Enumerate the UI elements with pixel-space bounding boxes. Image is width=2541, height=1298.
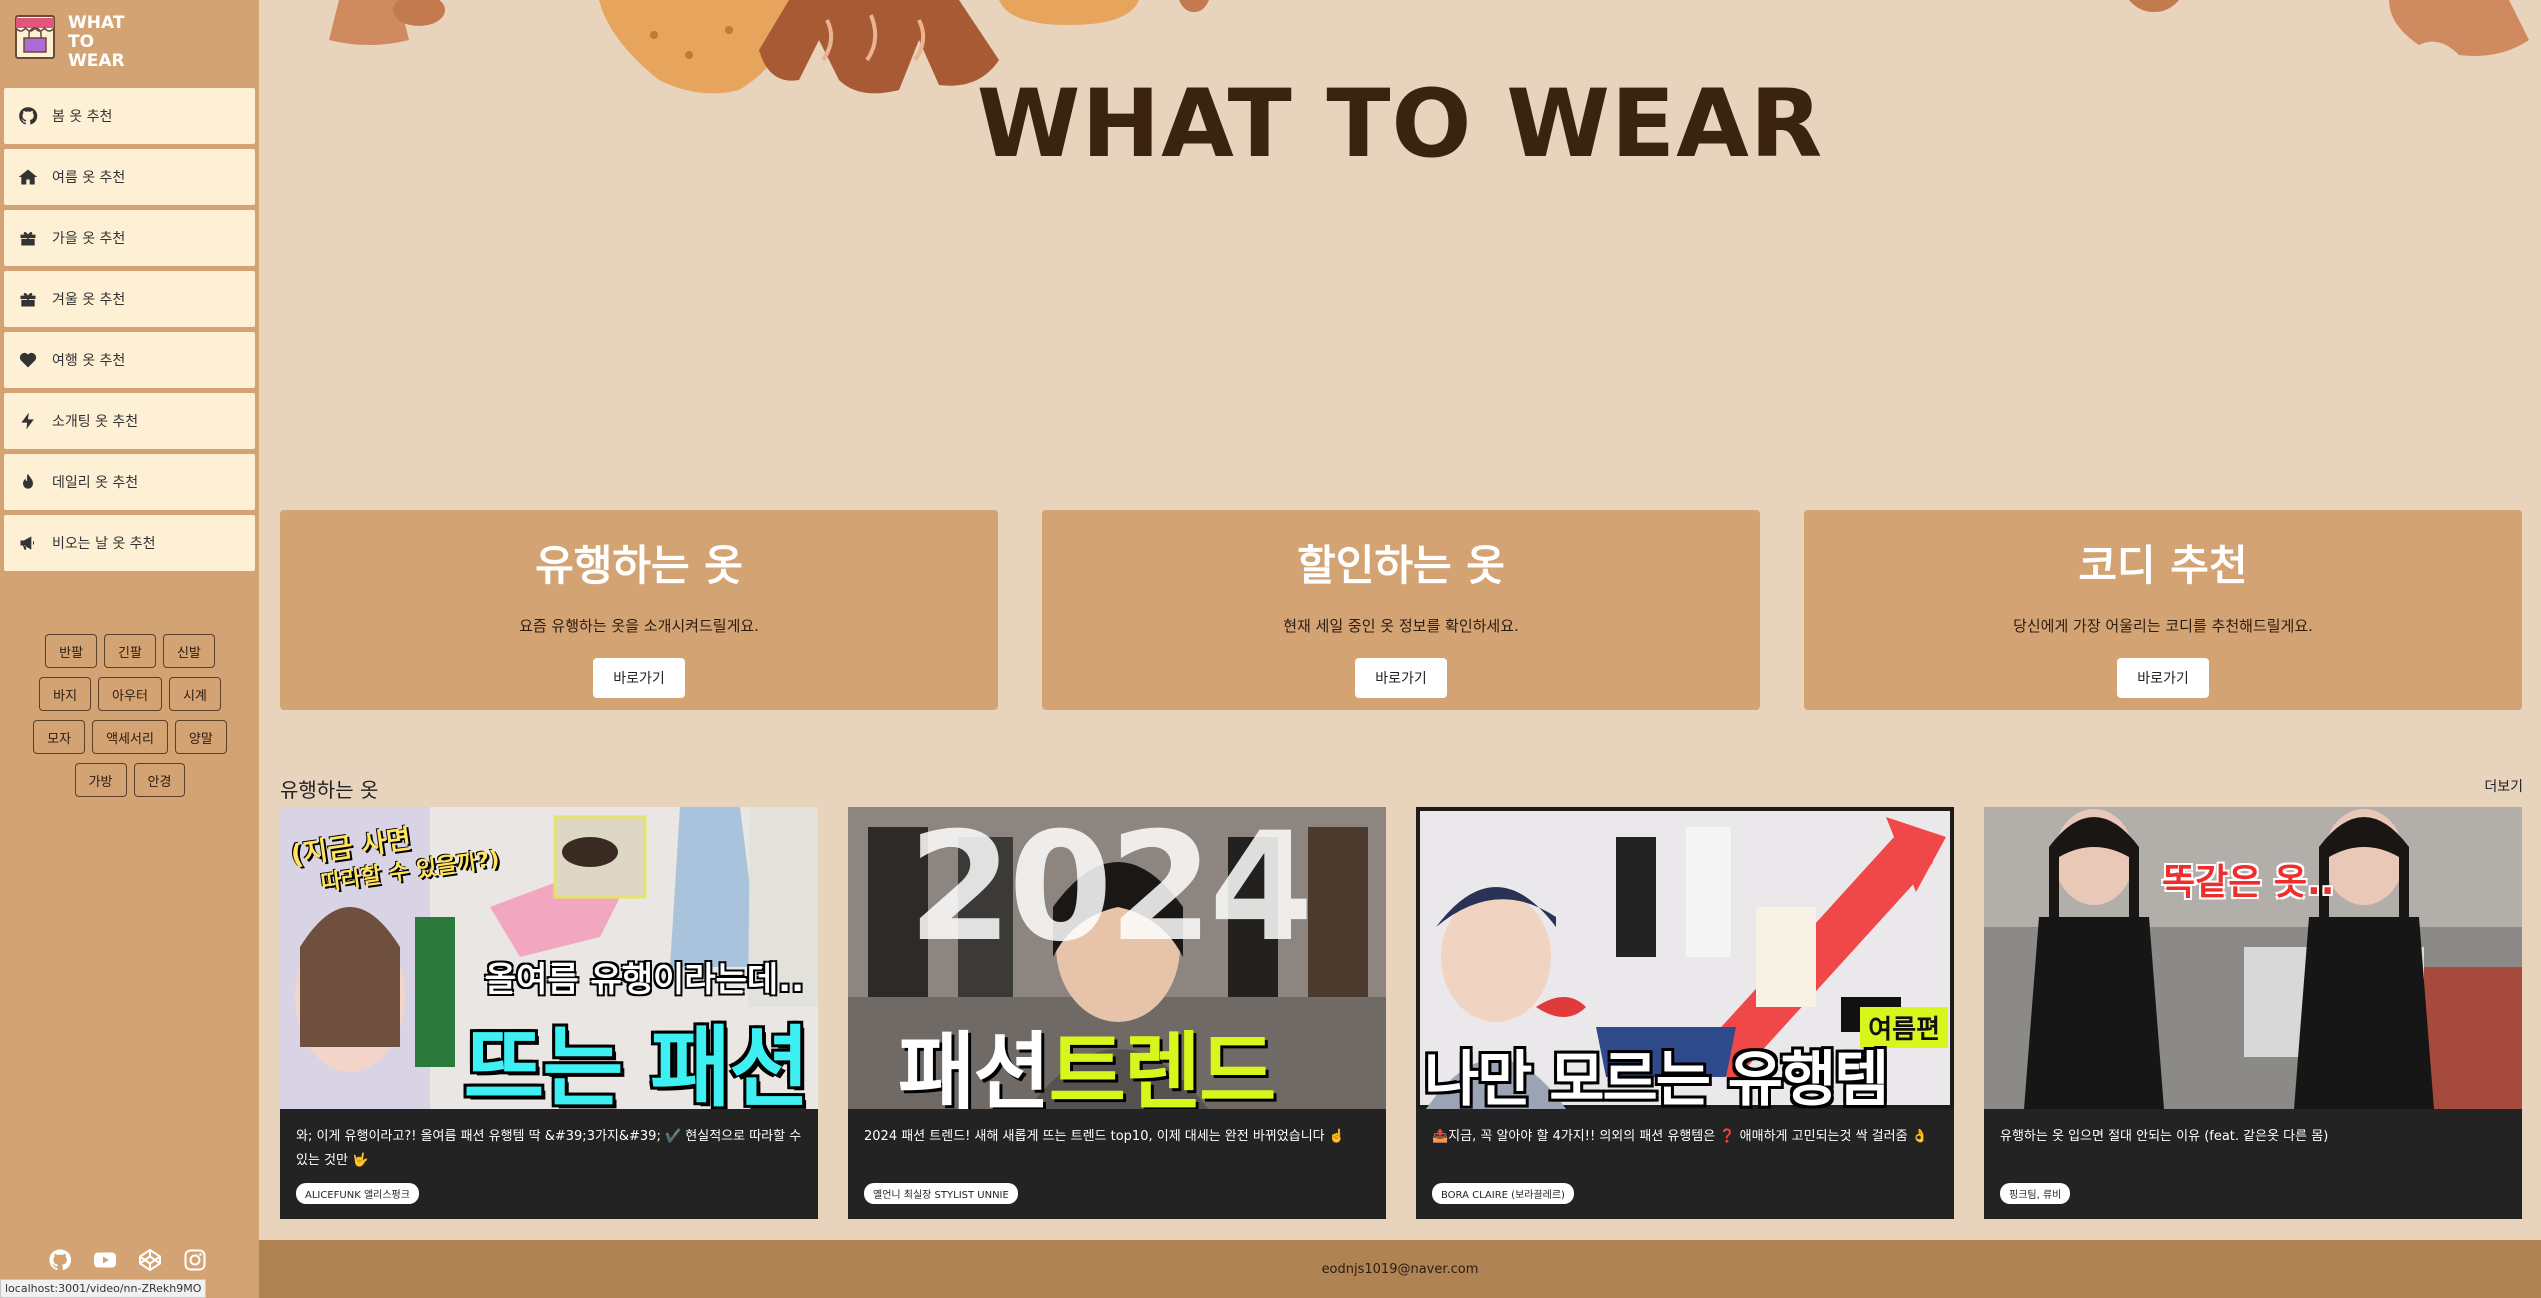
- go-button[interactable]: 바로가기: [2117, 658, 2209, 698]
- sidebar-item-winter[interactable]: 겨울 옷 추천: [4, 271, 255, 327]
- channel-badge: BORA CLAIRE (보라끌레르): [1432, 1183, 1574, 1204]
- gift-icon: [20, 232, 36, 246]
- sidebar-item-label: 비오는 날 옷 추천: [52, 536, 156, 552]
- thumbnail-top-text: 똑같은 옷..: [2162, 862, 2335, 903]
- brand[interactable]: WHAT TO WEAR: [12, 12, 125, 71]
- feature-description: 현재 세일 중인 옷 정보를 확인하세요.: [1283, 617, 1519, 635]
- category-long-sleeve[interactable]: 긴팔: [104, 634, 156, 668]
- category-shoes[interactable]: 신발: [162, 634, 215, 668]
- sidebar-nav: 봄 옷 추천 여름 옷 추천 가을 옷 추천 겨울 옷 추천 여행 옷 추천 소…: [4, 88, 255, 576]
- category-glasses[interactable]: 안경: [133, 763, 186, 797]
- home-icon: [18, 169, 38, 185]
- shop-logo-icon: [12, 12, 58, 62]
- sidebar-item-label: 봄 옷 추천: [52, 109, 113, 125]
- go-button[interactable]: 바로가기: [1355, 658, 1447, 698]
- feature-card-coordination: 코디 추천 당신에게 가장 어울리는 코디를 추천해드릴게요. 바로가기: [1804, 510, 2522, 710]
- sidebar-item-rainy-day[interactable]: 비오는 날 옷 추천: [4, 515, 255, 571]
- status-bar-url: localhost:3001/video/nn-ZRekh9MO: [0, 1279, 207, 1298]
- category-watch[interactable]: 시계: [168, 677, 221, 711]
- feature-title: 할인하는 옷: [1297, 541, 1505, 590]
- footer: eodnjs1019@naver.com: [259, 1240, 2541, 1298]
- video-title: 📤지금, 꼭 알아야 할 4가지!! 의외의 패션 유행템은 ❓ 애매하게 고민…: [1432, 1129, 1928, 1144]
- youtube-icon[interactable]: [93, 1248, 117, 1272]
- thumbnail-big-text: 나만 모르는 유행템: [1424, 1045, 1889, 1109]
- video-title: 와; 이게 유행이라고?! 올여름 패션 유행템 딱 &#39;3가지&#39;…: [296, 1129, 802, 1168]
- github-icon[interactable]: [48, 1248, 72, 1272]
- brand-line-1: WHAT: [68, 13, 125, 33]
- feature-description: 당신에게 가장 어울리는 코디를 추천해드릴게요.: [2013, 617, 2313, 635]
- thumbnail-big-text-b: 트렌드: [1048, 1023, 1277, 1109]
- brand-line-2: TO: [68, 32, 95, 52]
- feature-card-sale: 할인하는 옷 현재 세일 중인 옷 정보를 확인하세요. 바로가기: [1042, 510, 1760, 710]
- sidebar-item-label: 겨울 옷 추천: [52, 292, 126, 308]
- sidebar-item-label: 여름 옷 추천: [52, 170, 126, 186]
- instagram-icon[interactable]: [183, 1248, 207, 1272]
- brand-name: WHAT TO WEAR: [68, 14, 125, 71]
- feature-description: 요즘 유행하는 옷을 소개시켜드릴게요.: [519, 617, 759, 635]
- section-heading: 유행하는 옷: [280, 778, 379, 802]
- sidebar-item-label: 데일리 옷 추천: [52, 475, 139, 491]
- video-thumbnail: 여름편 나만 모르는 유행템: [1416, 807, 1954, 1109]
- video-title: 유행하는 옷 입으면 절대 안되는 이유 (feat. 같은옷 다른 몸): [2000, 1129, 2329, 1144]
- fire-icon: [23, 473, 33, 489]
- sidebar-item-spring[interactable]: 봄 옷 추천: [4, 88, 255, 144]
- category-outer[interactable]: 아우터: [98, 677, 162, 711]
- category-accessory[interactable]: 액세서리: [92, 720, 168, 754]
- sidebar-item-daily[interactable]: 데일리 옷 추천: [4, 454, 255, 510]
- category-hat[interactable]: 모자: [33, 720, 86, 754]
- video-card[interactable]: (지금 사면 따라할 수 있을까?) 올여름 유행이라는데.. 뜨는 패션 와;…: [280, 807, 818, 1219]
- video-title: 2024 패션 트렌드! 새해 새롭게 뜨는 트렌드 top10, 이제 대세는…: [864, 1129, 1345, 1144]
- thumbnail-big-text-a: 패션: [898, 1023, 1051, 1109]
- channel-badge: ALICEFUNK 앨리스펑크: [296, 1183, 419, 1204]
- sidebar-item-summer[interactable]: 여름 옷 추천: [4, 149, 255, 205]
- video-card[interactable]: 여름편 나만 모르는 유행템 📤지금, 꼭 알아야 할 4가지!! 의외의 패션…: [1416, 807, 1954, 1219]
- sidebar-item-label: 여행 옷 추천: [52, 353, 126, 369]
- sidebar-item-label: 가을 옷 추천: [52, 231, 126, 247]
- codepen-icon[interactable]: [138, 1248, 162, 1272]
- sidebar: WHAT TO WEAR 봄 옷 추천 여름 옷 추천 가을 옷 추천 겨울 옷…: [0, 0, 259, 1298]
- category-bag[interactable]: 가방: [74, 763, 127, 797]
- brand-line-3: WEAR: [68, 51, 125, 71]
- footer-email: eodnjs1019@naver.com: [1321, 1261, 1479, 1277]
- video-thumbnail: 2024 패션트렌드: [848, 807, 1386, 1109]
- heart-icon: [19, 352, 37, 368]
- sidebar-item-travel[interactable]: 여행 옷 추천: [4, 332, 255, 388]
- github-icon: [19, 107, 38, 125]
- thumbnail-year-text: 2024: [908, 807, 1313, 975]
- video-card[interactable]: 똑같은 옷.. 유행하는 옷 입으면 절대 안되는 이유 (feat. 같은옷 …: [1984, 807, 2522, 1219]
- video-cards: (지금 사면 따라할 수 있을까?) 올여름 유행이라는데.. 뜨는 패션 와;…: [280, 807, 2541, 1219]
- category-short-sleeve[interactable]: 반팔: [45, 634, 98, 668]
- main-content: WHAT TO WEAR 유행하는 옷 요즘 유행하는 옷을 소개시켜드릴게요.…: [259, 0, 2541, 1240]
- sidebar-item-blind-date[interactable]: 소개팅 옷 추천: [4, 393, 255, 449]
- channel-badge: 옐언니 최실장 STYLIST UNNIE: [864, 1183, 1018, 1204]
- bolt-icon: [21, 412, 34, 430]
- social-links: [48, 1248, 207, 1272]
- sidebar-item-autumn[interactable]: 가을 옷 추천: [4, 210, 255, 266]
- thumbnail-big-text: 뜨는 패션: [463, 1016, 810, 1109]
- video-thumbnail: 똑같은 옷..: [1984, 807, 2522, 1109]
- video-card[interactable]: 2024 패션트렌드 2024 패션 트렌드! 새해 새롭게 뜨는 트렌드 to…: [848, 807, 1386, 1219]
- feature-cards: 유행하는 옷 요즘 유행하는 옷을 소개시켜드릴게요. 바로가기 할인하는 옷 …: [280, 510, 2522, 710]
- feature-card-trending: 유행하는 옷 요즘 유행하는 옷을 소개시켜드릴게요. 바로가기: [280, 510, 998, 710]
- page-title: WHAT TO WEAR: [976, 70, 1824, 179]
- category-buttons: 반팔 긴팔 신발 바지 아우터 시계 모자 액세서리 양말 가방 안경: [22, 634, 238, 797]
- feature-title: 유행하는 옷: [535, 541, 743, 590]
- category-socks[interactable]: 양말: [174, 720, 227, 754]
- go-button[interactable]: 바로가기: [593, 658, 685, 698]
- megaphone-icon: [20, 536, 35, 550]
- more-link[interactable]: 더보기: [2484, 776, 2523, 796]
- gift-icon: [20, 293, 36, 307]
- sidebar-item-label: 소개팅 옷 추천: [52, 414, 139, 430]
- video-thumbnail: (지금 사면 따라할 수 있을까?) 올여름 유행이라는데.. 뜨는 패션: [280, 807, 818, 1109]
- channel-badge: 핑크팀, 류비: [2000, 1183, 2071, 1204]
- thumbnail-big-text: 패션트렌드: [898, 1005, 1277, 1109]
- thumbnail-mid-text: 올여름 유행이라는데..: [484, 960, 804, 1000]
- feature-title: 코디 추천: [2078, 541, 2248, 590]
- category-pants[interactable]: 바지: [39, 677, 92, 711]
